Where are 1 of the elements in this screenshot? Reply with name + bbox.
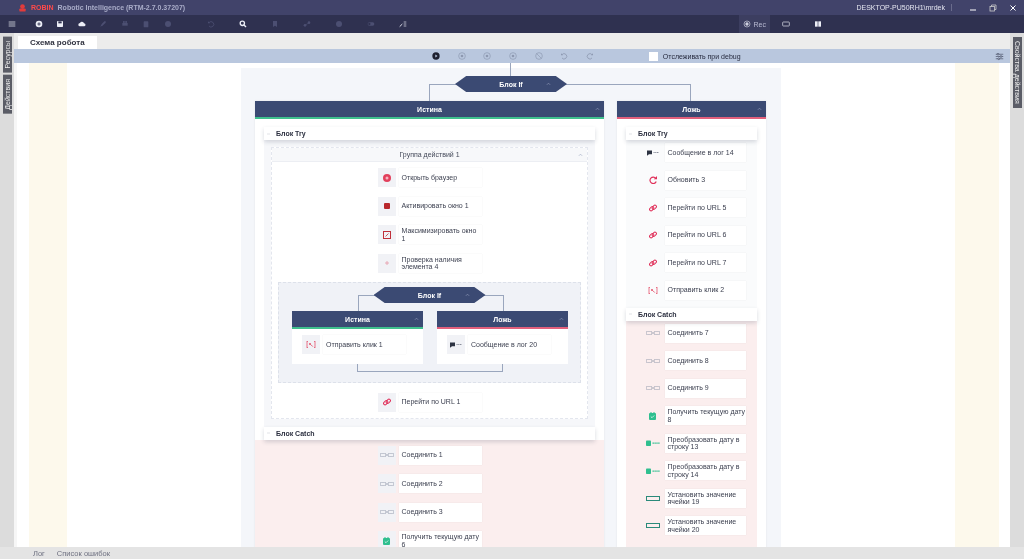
tab[interactable]: Схема робота — [18, 36, 97, 49]
